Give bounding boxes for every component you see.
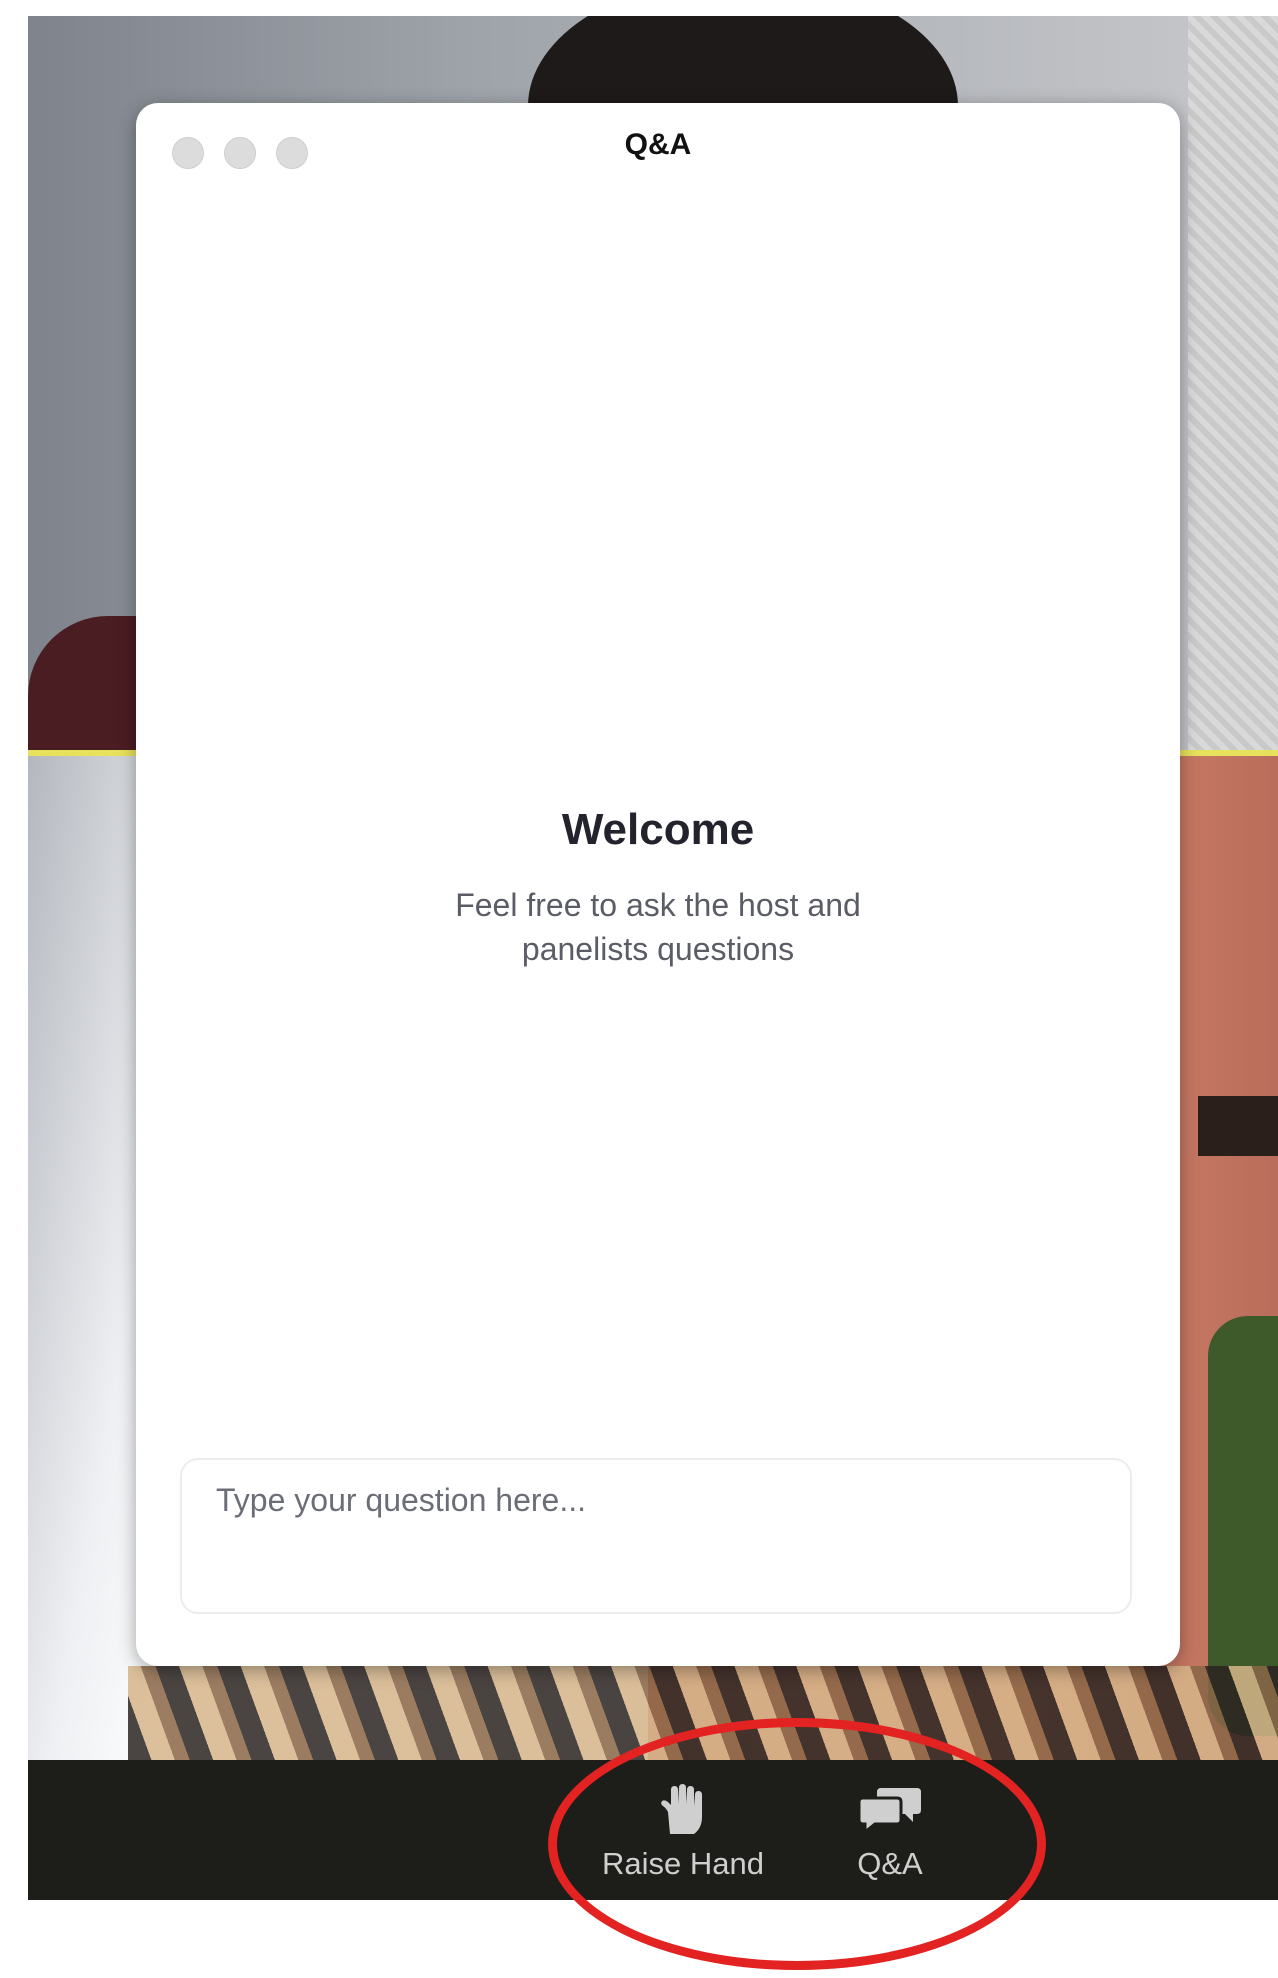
welcome-title: Welcome bbox=[561, 805, 755, 854]
qa-window: Q&A Welcome Feel free to ask the host an… bbox=[136, 103, 1180, 1666]
wall-texture bbox=[1188, 16, 1278, 750]
window-title: Q&A bbox=[624, 128, 692, 161]
qa-label: Q&A bbox=[857, 1846, 923, 1881]
shelf-decor bbox=[1198, 1096, 1278, 1156]
raise-hand-label: Raise Hand bbox=[602, 1846, 764, 1881]
raise-hand-icon bbox=[661, 1784, 702, 1834]
meeting-toolbar: Raise Hand Q&A bbox=[28, 1760, 1278, 1900]
welcome-description: Feel free to ask the host and panelists … bbox=[455, 887, 861, 967]
question-input[interactable] bbox=[216, 1480, 1096, 1520]
qa-button[interactable]: Q&A bbox=[815, 1784, 965, 1884]
raise-hand-button[interactable]: Raise Hand bbox=[593, 1784, 773, 1884]
qa-bubbles-icon bbox=[857, 1788, 921, 1836]
screenshot-stage: Q&A Welcome Feel free to ask the host an… bbox=[0, 0, 1278, 1978]
question-input-box[interactable] bbox=[180, 1458, 1132, 1614]
welcome-message: Welcome Feel free to ask the host and pa… bbox=[136, 803, 1180, 971]
participant-clothing bbox=[128, 1666, 1278, 1760]
